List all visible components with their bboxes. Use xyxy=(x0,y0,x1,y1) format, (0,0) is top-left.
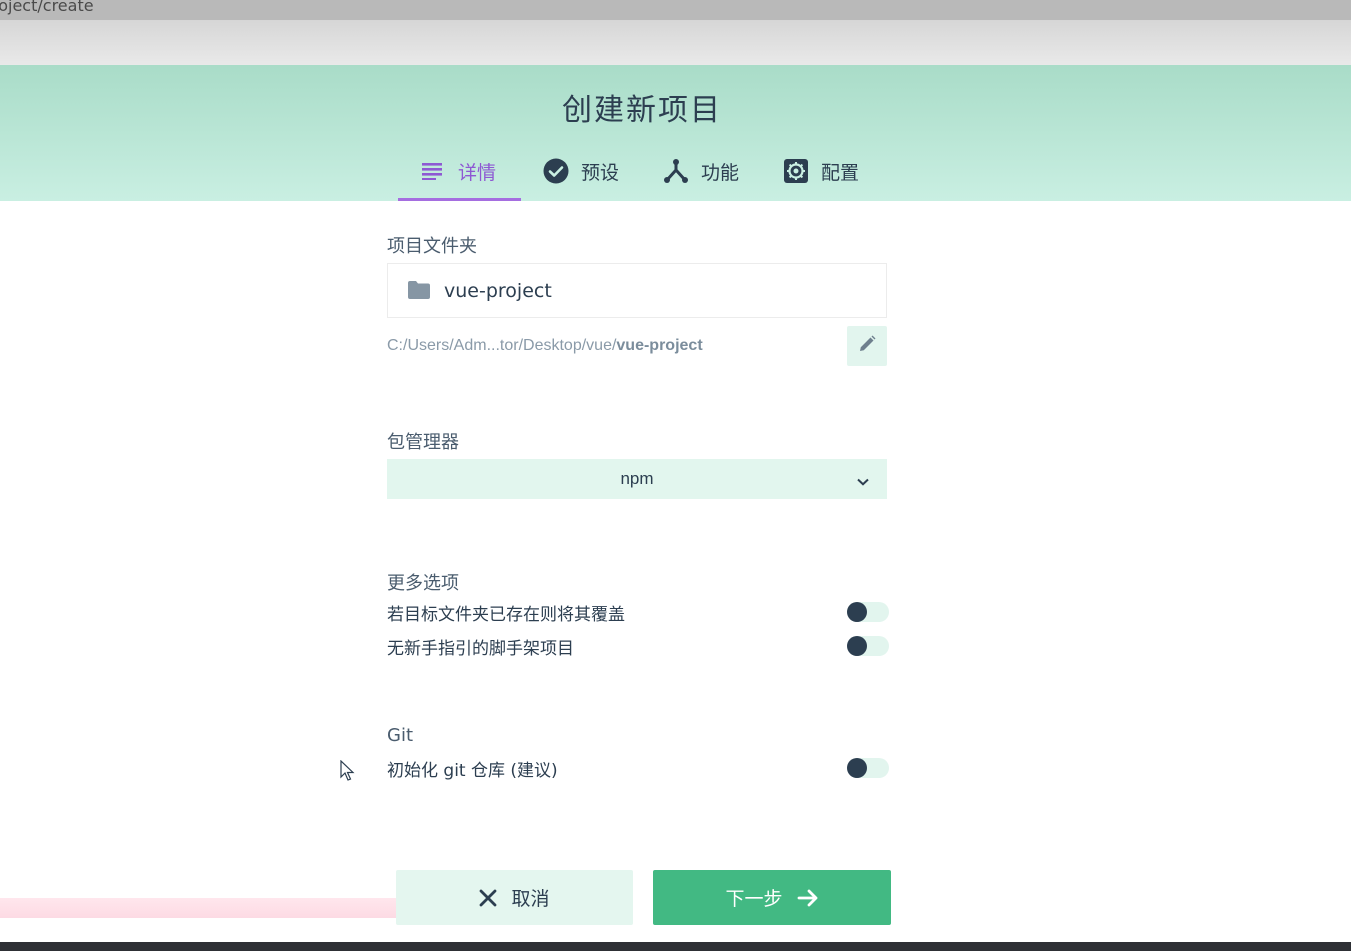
toggle-knob xyxy=(847,636,867,656)
overlay-artifact xyxy=(0,898,440,918)
list-icon xyxy=(420,158,446,184)
option-no-guide-row[interactable]: 无新手指引的脚手架项目 xyxy=(387,632,889,660)
tab-presets[interactable]: 预设 xyxy=(521,147,641,201)
git-label: Git xyxy=(387,725,414,746)
cancel-label: 取消 xyxy=(511,888,550,910)
tab-features-label: 功能 xyxy=(701,161,740,184)
step-tabs: 详情 预设 功能 配置 xyxy=(398,147,881,201)
project-path-prefix: C:/Users/Adm...tor/Desktop/vue/ xyxy=(387,337,617,354)
option-overwrite-row[interactable]: 若目标文件夹已存在则将其覆盖 xyxy=(387,598,889,626)
option-no-guide-toggle[interactable] xyxy=(847,636,889,656)
bottom-bar xyxy=(0,942,1351,951)
page-title: 创建新项目 xyxy=(562,93,722,128)
browser-toolbar xyxy=(0,20,1351,65)
project-folder-label: 项目文件夹 xyxy=(387,236,477,257)
edit-path-button[interactable] xyxy=(847,326,887,366)
package-manager-select[interactable]: npm xyxy=(387,459,887,499)
arrow-right-icon xyxy=(797,889,819,907)
chevron-down-icon xyxy=(857,471,869,491)
cancel-button[interactable]: 取消 xyxy=(396,870,633,925)
tab-presets-label: 预设 xyxy=(581,161,620,184)
option-git-init-row[interactable]: 初始化 git 仓库 (建议) xyxy=(387,754,889,782)
option-no-guide-label: 无新手指引的脚手架项目 xyxy=(387,638,574,659)
package-manager-value: npm xyxy=(620,469,654,488)
project-path: C:/Users/Adm...tor/Desktop/vue/vue-proje… xyxy=(387,326,887,366)
more-options-label: 更多选项 xyxy=(387,573,459,594)
close-icon xyxy=(479,889,497,907)
option-overwrite-toggle[interactable] xyxy=(847,602,889,622)
fork-icon xyxy=(663,158,689,184)
project-folder-field[interactable] xyxy=(387,263,887,318)
tab-features[interactable]: 功能 xyxy=(641,147,761,201)
tab-config-label: 配置 xyxy=(821,161,860,184)
next-label: 下一步 xyxy=(725,888,783,910)
gear-icon xyxy=(783,158,809,184)
package-manager-label: 包管理器 xyxy=(387,432,459,453)
tab-details[interactable]: 详情 xyxy=(398,147,521,201)
option-overwrite-label: 若目标文件夹已存在则将其覆盖 xyxy=(387,604,625,625)
toggle-knob xyxy=(847,758,867,778)
tab-config[interactable]: 配置 xyxy=(761,147,881,201)
url-text: roject/create xyxy=(0,0,94,15)
folder-icon xyxy=(408,280,432,301)
next-button[interactable]: 下一步 xyxy=(653,870,891,925)
toggle-knob xyxy=(847,602,867,622)
page-header: 创建新项目 详情 预设 功能 配置 xyxy=(0,65,1351,201)
project-path-name: vue-project xyxy=(616,337,703,354)
address-bar[interactable]: roject/create xyxy=(0,0,1351,20)
mouse-cursor-icon xyxy=(340,759,356,786)
pencil-icon xyxy=(858,335,876,357)
project-folder-input[interactable] xyxy=(444,279,844,302)
tab-details-label: 详情 xyxy=(458,161,497,184)
option-git-init-label: 初始化 git 仓库 (建议) xyxy=(387,760,558,781)
project-path-text: C:/Users/Adm...tor/Desktop/vue/vue-proje… xyxy=(387,337,703,355)
option-git-init-toggle[interactable] xyxy=(847,758,889,778)
check-circle-icon xyxy=(543,158,569,184)
